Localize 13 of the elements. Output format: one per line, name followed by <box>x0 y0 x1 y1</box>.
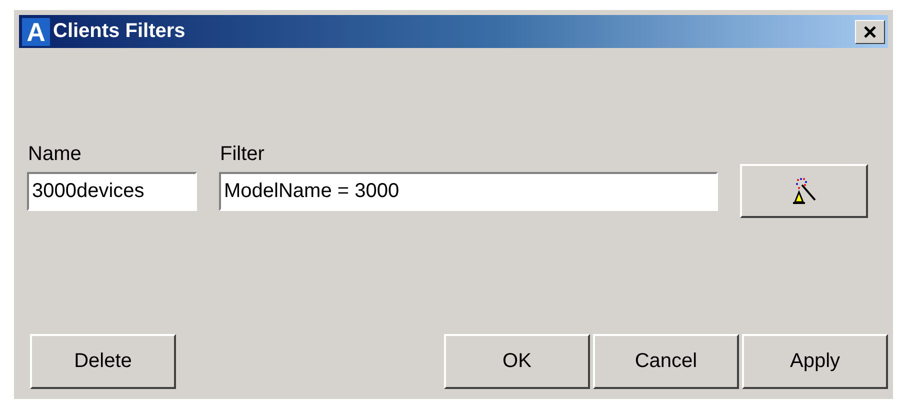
apply-button[interactable]: Apply <box>742 334 888 389</box>
filter-wizard-button[interactable] <box>740 164 868 218</box>
close-button[interactable] <box>855 20 885 44</box>
filter-field[interactable]: ModelName = 3000 <box>219 172 718 211</box>
close-icon <box>862 24 878 38</box>
field-label: Filter <box>219 143 266 166</box>
delete-button[interactable]: Delete <box>30 334 176 389</box>
field-label: Name <box>27 143 82 166</box>
cancel-button[interactable]: Cancel <box>593 334 739 389</box>
name-field[interactable]: 3000devices <box>27 172 197 211</box>
app-logo-icon: A <box>22 18 50 46</box>
ok-button[interactable]: OK <box>444 334 590 389</box>
window-title: Clients Filters <box>53 20 186 43</box>
